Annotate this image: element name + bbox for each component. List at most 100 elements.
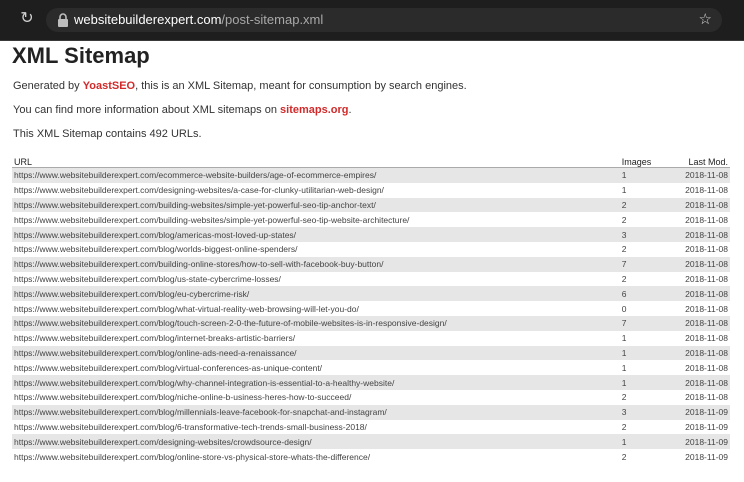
- images-cell: 7: [619, 256, 675, 272]
- header-images: Images: [619, 152, 675, 168]
- images-cell: 1: [619, 375, 675, 390]
- last-mod-cell: 2018-11-09: [685, 451, 728, 462]
- address-url[interactable]: websitebuilderexpert.com/post-sitemap.xm…: [74, 12, 323, 28]
- url-cell[interactable]: https://www.websitebuilderexpert.com/blo…: [12, 331, 620, 346]
- url-cell[interactable]: https://www.websitebuilderexpert.com/blo…: [12, 286, 620, 302]
- page-title: XML Sitemap: [12, 43, 150, 68]
- header-url: URL: [12, 152, 620, 168]
- last-mod-cell: 2018-11-09: [685, 421, 728, 432]
- sitemaps-org-link[interactable]: sitemaps.org: [280, 104, 348, 116]
- last-mod-cell: 2018-11-08: [685, 214, 728, 225]
- url-cell[interactable]: https://www.websitebuilderexpert.com/blo…: [12, 242, 620, 257]
- url-cell[interactable]: https://www.websitebuilderexpert.com/eco…: [12, 167, 620, 183]
- url-cell[interactable]: https://www.websitebuilderexpert.com/blo…: [12, 272, 620, 287]
- last-mod-cell: 2018-11-08: [674, 375, 730, 390]
- url-cell[interactable]: https://www.websitebuilderexpert.com/blo…: [12, 390, 620, 405]
- table-row: https://www.websitebuilderexpert.com/blo…: [12, 390, 730, 405]
- url-cell[interactable]: https://www.websitebuilderexpert.com/des…: [12, 434, 620, 450]
- table-row: https://www.websitebuilderexpert.com/blo…: [12, 286, 730, 302]
- table-row: https://www.websitebuilderexpert.com/blo…: [12, 331, 730, 346]
- url-cell[interactable]: https://www.websitebuilderexpert.com/bui…: [12, 256, 620, 272]
- last-mod-cell: 2018-11-08: [674, 315, 730, 331]
- sitemap-table-wrap: URL Images Last Mod. https://www.website…: [12, 152, 730, 464]
- url-cell[interactable]: https://www.websitebuilderexpert.com/blo…: [12, 375, 620, 390]
- last-mod-cell: 2018-11-08: [685, 303, 728, 314]
- table-header-row: URL Images Last Mod.: [12, 152, 730, 168]
- last-mod-cell: 2018-11-09: [674, 434, 730, 450]
- sitemap-table: URL Images Last Mod. https://www.website…: [12, 152, 730, 464]
- last-mod-cell: 2018-11-08: [685, 362, 728, 373]
- table-row: https://www.websitebuilderexpert.com/blo…: [12, 301, 730, 316]
- images-cell: 1: [621, 185, 627, 196]
- url-cell[interactable]: https://www.websitebuilderexpert.com/blo…: [12, 301, 620, 316]
- images-cell: 2: [621, 244, 627, 255]
- last-mod-cell: 2018-11-08: [674, 286, 730, 302]
- table-row: https://www.websitebuilderexpert.com/blo…: [12, 345, 730, 361]
- reload-icon[interactable]: ↻: [18, 10, 36, 28]
- last-mod-cell: 2018-11-08: [685, 244, 728, 255]
- images-cell: 2: [621, 421, 627, 432]
- yoastseo-link[interactable]: YoastSEO: [83, 80, 135, 92]
- lock-icon: [58, 13, 68, 27]
- images-cell: 3: [619, 404, 675, 420]
- last-mod-cell: 2018-11-09: [674, 404, 730, 420]
- last-mod-cell: 2018-11-08: [685, 392, 728, 403]
- table-row: https://www.websitebuilderexpert.com/des…: [12, 434, 730, 450]
- images-cell: 1: [621, 362, 627, 373]
- table-row: https://www.websitebuilderexpert.com/blo…: [12, 420, 730, 435]
- table-row: https://www.websitebuilderexpert.com/blo…: [12, 227, 730, 242]
- images-cell: 2: [621, 214, 627, 225]
- table-row: https://www.websitebuilderexpert.com/blo…: [12, 449, 730, 464]
- images-cell: 1: [619, 167, 675, 183]
- url-cell[interactable]: https://www.websitebuilderexpert.com/blo…: [12, 345, 620, 361]
- images-cell: 6: [619, 286, 675, 302]
- images-cell: 3: [619, 227, 675, 242]
- header-last-mod: Last Mod.: [674, 152, 730, 168]
- last-mod-cell: 2018-11-08: [674, 197, 730, 213]
- generated-prefix: Generated by: [13, 80, 83, 92]
- table-row: https://www.websitebuilderexpert.com/blo…: [12, 404, 730, 420]
- info-text: You can find more information about XML …: [13, 104, 352, 116]
- images-cell: 2: [619, 197, 675, 213]
- table-row: https://www.websitebuilderexpert.com/des…: [12, 183, 730, 198]
- browser-toolbar: ↻ websitebuilderexpert.com/post-sitemap.…: [0, 0, 744, 41]
- images-cell: 0: [621, 303, 627, 314]
- images-cell: 2: [621, 273, 627, 284]
- images-cell: 1: [619, 345, 675, 361]
- url-cell[interactable]: https://www.websitebuilderexpert.com/blo…: [12, 360, 620, 375]
- info-suffix: .: [348, 104, 352, 116]
- url-cell[interactable]: https://www.websitebuilderexpert.com/blo…: [12, 404, 620, 420]
- info-prefix: You can find more information about XML …: [13, 104, 281, 116]
- url-cell[interactable]: https://www.websitebuilderexpert.com/blo…: [12, 227, 620, 242]
- images-cell: 2: [621, 392, 627, 403]
- last-mod-cell: 2018-11-08: [674, 227, 730, 242]
- address-bar[interactable]: websitebuilderexpert.com/post-sitemap.xm…: [46, 8, 722, 32]
- url-cell[interactable]: https://www.websitebuilderexpert.com/des…: [12, 183, 620, 198]
- generated-by-text: Generated by YoastSEO, this is an XML Si…: [13, 80, 467, 92]
- last-mod-cell: 2018-11-08: [674, 345, 730, 361]
- table-row: https://www.websitebuilderexpert.com/eco…: [12, 167, 730, 183]
- url-host: websitebuilderexpert.com: [74, 12, 222, 27]
- images-cell: 1: [621, 333, 627, 344]
- table-row: https://www.websitebuilderexpert.com/blo…: [12, 315, 730, 331]
- table-row: https://www.websitebuilderexpert.com/blo…: [12, 375, 730, 390]
- table-row: https://www.websitebuilderexpert.com/blo…: [12, 272, 730, 287]
- images-cell: 7: [619, 315, 675, 331]
- images-cell: 1: [619, 434, 675, 450]
- bookmark-star-icon[interactable]: ☆: [699, 11, 712, 29]
- generated-suffix: , this is an XML Sitemap, meant for cons…: [135, 80, 467, 92]
- url-cell[interactable]: https://www.websitebuilderexpert.com/blo…: [12, 315, 620, 331]
- url-count-text: This XML Sitemap contains 492 URLs.: [13, 128, 202, 140]
- images-cell: 2: [621, 451, 627, 462]
- page-content: XML Sitemap Generated by YoastSEO, this …: [12, 42, 732, 462]
- last-mod-cell: 2018-11-08: [674, 256, 730, 272]
- table-row: https://www.websitebuilderexpert.com/bui…: [12, 212, 730, 227]
- table-row: https://www.websitebuilderexpert.com/bui…: [12, 197, 730, 213]
- url-cell[interactable]: https://www.websitebuilderexpert.com/blo…: [12, 449, 620, 464]
- table-row: https://www.websitebuilderexpert.com/bui…: [12, 256, 730, 272]
- last-mod-cell: 2018-11-08: [674, 167, 730, 183]
- url-cell[interactable]: https://www.websitebuilderexpert.com/blo…: [12, 420, 620, 435]
- url-path: /post-sitemap.xml: [221, 12, 324, 27]
- url-cell[interactable]: https://www.websitebuilderexpert.com/bui…: [12, 197, 620, 213]
- url-cell[interactable]: https://www.websitebuilderexpert.com/bui…: [12, 212, 620, 227]
